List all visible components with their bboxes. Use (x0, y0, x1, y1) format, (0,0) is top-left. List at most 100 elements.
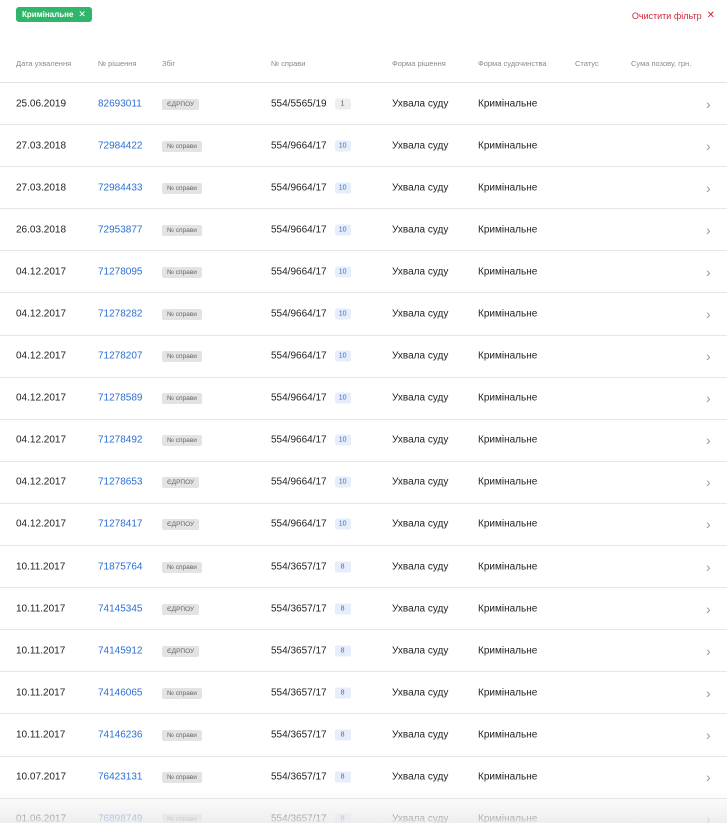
table-row[interactable]: 04.12.201771278589№ справи554/9664/1710У… (0, 378, 727, 420)
case-count-badge: 10 (335, 435, 351, 446)
jurisdiction-form: Кримінальне (478, 687, 537, 698)
decision-number-link[interactable]: 72984422 (98, 140, 143, 151)
chevron-right-icon[interactable]: › (706, 643, 711, 659)
column-header-jurisdiction[interactable]: Форма судочинства (478, 59, 547, 68)
chevron-right-icon[interactable]: › (706, 432, 711, 448)
jurisdiction-form: Кримінальне (478, 729, 537, 740)
match-cell: № справи (162, 266, 202, 278)
chevron-right-icon[interactable]: › (706, 811, 711, 823)
match-cell: ЄДРПОУ (162, 645, 199, 657)
chevron-right-icon[interactable]: › (706, 96, 711, 112)
column-header-form[interactable]: Форма рішення (392, 59, 446, 68)
table-row[interactable]: 04.12.201771278095№ справи554/9664/1710У… (0, 251, 727, 293)
chevron-right-icon[interactable]: › (706, 264, 711, 280)
table-row[interactable]: 10.11.201771875764№ справи554/3657/178Ух… (0, 546, 727, 588)
decision-date: 10.11.2017 (16, 645, 65, 656)
case-cell: 554/3657/178 (271, 561, 351, 572)
chevron-right-icon[interactable]: › (706, 348, 711, 364)
decision-form: Ухвала суду (392, 393, 448, 404)
match-badge: № справи (162, 225, 202, 236)
table-row[interactable]: 10.11.201774146236№ справи554/3657/178Ух… (0, 714, 727, 756)
match-cell: № справи (162, 224, 202, 236)
decision-number-link[interactable]: 71278589 (98, 393, 143, 404)
case-number: 554/9664/17 (271, 266, 327, 277)
table-row[interactable]: 10.11.201774145912ЄДРПОУ554/3657/178Ухва… (0, 630, 727, 672)
case-cell: 554/3657/178 (271, 814, 351, 823)
table-row[interactable]: 04.12.201771278492№ справи554/9664/1710У… (0, 420, 727, 462)
table-row[interactable]: 10.07.201776423131№ справи554/3657/178Ух… (0, 757, 727, 799)
chevron-right-icon[interactable]: › (706, 601, 711, 617)
decision-number-link[interactable]: 74146065 (98, 687, 143, 698)
chevron-right-icon[interactable]: › (706, 306, 711, 322)
table-row[interactable]: 25.06.201982693011ЄДРПОУ554/5565/191Ухва… (0, 83, 727, 125)
jurisdiction-form: Кримінальне (478, 351, 537, 362)
column-header-status[interactable]: Статус (575, 59, 599, 68)
decision-number-link[interactable]: 72984433 (98, 182, 143, 193)
decision-number-link[interactable]: 82693011 (98, 98, 142, 109)
decision-number-link[interactable]: 76898749 (98, 814, 143, 823)
decision-number-link[interactable]: 74145345 (98, 603, 143, 614)
chevron-right-icon[interactable]: › (706, 390, 711, 406)
clear-filter-button[interactable]: Очистити фільтр ✕ (632, 10, 715, 21)
decision-number-link[interactable]: 71278282 (98, 309, 143, 320)
decision-form: Ухвала суду (392, 603, 448, 614)
table-row[interactable]: 10.11.201774145345ЄДРПОУ554/3657/178Ухва… (0, 588, 727, 630)
table-row[interactable]: 01.06.201776898749№ справи554/3657/178Ух… (0, 799, 727, 823)
decision-number-link[interactable]: 71278653 (98, 477, 143, 488)
decision-number-link[interactable]: 71278417 (98, 519, 143, 530)
case-cell: 554/3657/178 (271, 729, 351, 740)
results-table-body: 25.06.201982693011ЄДРПОУ554/5565/191Ухва… (0, 83, 727, 823)
decision-number-link[interactable]: 71278492 (98, 435, 143, 446)
decision-form: Ухвала суду (392, 309, 448, 320)
case-number: 554/9664/17 (271, 519, 327, 530)
chevron-right-icon[interactable]: › (706, 727, 711, 743)
jurisdiction-form: Кримінальне (478, 98, 537, 109)
case-count-badge: 8 (335, 687, 351, 698)
decision-date: 04.12.2017 (16, 393, 66, 404)
decision-date: 04.12.2017 (16, 477, 66, 488)
decision-number-link[interactable]: 74145912 (98, 645, 143, 656)
decision-number-link[interactable]: 71875764 (98, 561, 143, 572)
column-header-date[interactable]: Дата ухвалення (16, 59, 71, 68)
chevron-right-icon[interactable]: › (706, 222, 711, 238)
case-number: 554/9664/17 (271, 351, 327, 362)
filter-chip-criminal[interactable]: Кримінальне ✕ (16, 7, 92, 22)
column-header-number[interactable]: № рішення (98, 59, 137, 68)
match-badge: ЄДРПОУ (162, 604, 199, 615)
match-badge: № справи (162, 814, 202, 823)
chevron-right-icon[interactable]: › (706, 180, 711, 196)
case-cell: 554/3657/178 (271, 687, 351, 698)
chevron-right-icon[interactable]: › (706, 559, 711, 575)
decision-form: Ухвала суду (392, 182, 448, 193)
case-count-badge: 8 (335, 814, 351, 823)
case-count-badge: 10 (335, 224, 351, 235)
column-header-case[interactable]: № справи (271, 59, 305, 68)
chevron-right-icon[interactable]: › (706, 516, 711, 532)
table-row[interactable]: 10.11.201774146065№ справи554/3657/178Ух… (0, 672, 727, 714)
chevron-right-icon[interactable]: › (706, 474, 711, 490)
table-row[interactable]: 27.03.201872984422№ справи554/9664/1710У… (0, 125, 727, 167)
chevron-right-icon[interactable]: › (706, 769, 711, 785)
case-number: 554/9664/17 (271, 309, 327, 320)
decision-number-link[interactable]: 72953877 (98, 224, 143, 235)
decision-number-link[interactable]: 71278095 (98, 266, 143, 277)
table-row[interactable]: 27.03.201872984433№ справи554/9664/1710У… (0, 167, 727, 209)
decision-number-link[interactable]: 71278207 (98, 351, 143, 362)
jurisdiction-form: Кримінальне (478, 561, 537, 572)
table-row[interactable]: 04.12.201771278653ЄДРПОУ554/9664/1710Ухв… (0, 462, 727, 504)
decision-number-link[interactable]: 76423131 (98, 772, 143, 783)
close-icon[interactable]: ✕ (78, 10, 86, 19)
table-row[interactable]: 04.12.201771278207№ справи554/9664/1710У… (0, 336, 727, 378)
case-cell: 554/9664/1710 (271, 477, 351, 488)
column-header-amount[interactable]: Сума позову, грн. (631, 59, 691, 68)
decision-number-link[interactable]: 74146236 (98, 729, 143, 740)
table-row[interactable]: 04.12.201771278282№ справи554/9664/1710У… (0, 293, 727, 335)
table-row[interactable]: 26.03.201872953877№ справи554/9664/1710У… (0, 209, 727, 251)
table-row[interactable]: 04.12.201771278417ЄДРПОУ554/9664/1710Ухв… (0, 504, 727, 546)
chevron-right-icon[interactable]: › (706, 685, 711, 701)
case-cell: 554/9664/1710 (271, 182, 351, 193)
column-header-match[interactable]: Збіг (162, 59, 175, 68)
case-number: 554/3657/17 (271, 603, 327, 614)
match-cell: № справи (162, 434, 202, 446)
chevron-right-icon[interactable]: › (706, 138, 711, 154)
